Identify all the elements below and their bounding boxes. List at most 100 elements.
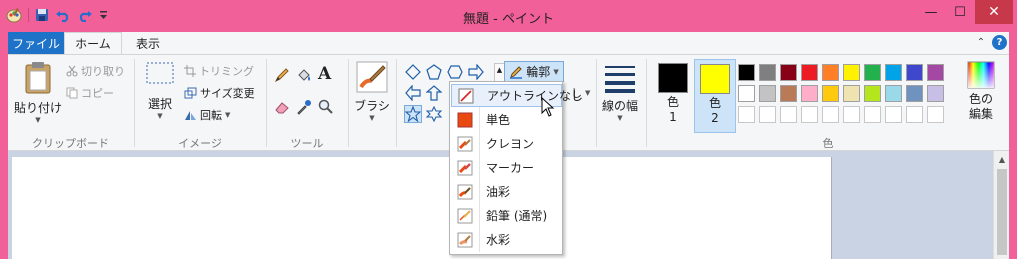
- palette-color-swatch[interactable]: [757, 83, 778, 104]
- crop-button[interactable]: トリミング: [184, 63, 254, 79]
- palette-color-swatch[interactable]: [925, 83, 946, 104]
- pencil-icon: [456, 207, 474, 225]
- palette-color-swatch[interactable]: [925, 62, 946, 83]
- palette-color-fill: [759, 106, 776, 123]
- size-dropdown-icon: ▼: [617, 114, 623, 122]
- text-tool[interactable]: A: [318, 64, 331, 84]
- color1-swatch: [658, 63, 688, 93]
- pentagon-shape-icon[interactable]: [425, 63, 443, 81]
- color-picker-tool[interactable]: [296, 99, 312, 118]
- brushes-button[interactable]: ブラシ ▼: [352, 61, 392, 122]
- palette-color-swatch[interactable]: [799, 83, 820, 104]
- paste-button[interactable]: 貼り付け ▼: [12, 61, 64, 124]
- palette-color-swatch[interactable]: [820, 104, 841, 125]
- palette-color-swatch[interactable]: [799, 62, 820, 83]
- palette-color-swatch[interactable]: [841, 83, 862, 104]
- group-label-tools: ツール: [290, 137, 324, 150]
- select-dropdown-icon[interactable]: ▼: [157, 112, 162, 120]
- palette-color-swatch[interactable]: [778, 83, 799, 104]
- palette-color-fill: [927, 85, 944, 102]
- color1-button[interactable]: 色1: [652, 59, 694, 133]
- palette-color-swatch[interactable]: [883, 104, 904, 125]
- vertical-scrollbar[interactable]: ▲: [993, 151, 1009, 259]
- palette-color-swatch[interactable]: [757, 104, 778, 125]
- palette-color-fill: [780, 64, 797, 81]
- palette-color-swatch[interactable]: [904, 83, 925, 104]
- up-arrow-shape-icon[interactable]: [425, 84, 443, 102]
- star-shape-icon[interactable]: [404, 105, 422, 123]
- palette-color-fill: [801, 106, 818, 123]
- palette-color-swatch[interactable]: [862, 104, 883, 125]
- palette-color-swatch[interactable]: [862, 83, 883, 104]
- rotate-button[interactable]: 回転 ▼: [184, 107, 230, 123]
- magnifier-tool[interactable]: [318, 99, 334, 118]
- copy-button[interactable]: コピー: [66, 85, 114, 101]
- tab-home[interactable]: ホーム: [64, 32, 122, 54]
- outline-menu-item[interactable]: クレヨン: [451, 132, 562, 155]
- fill-tool[interactable]: [296, 67, 312, 86]
- cut-button[interactable]: 切り取り: [66, 63, 125, 79]
- tab-view[interactable]: 表示: [122, 32, 174, 54]
- right-arrow-shape-icon[interactable]: [467, 63, 485, 81]
- palette-color-swatch[interactable]: [883, 62, 904, 83]
- drawing-canvas[interactable]: [12, 157, 832, 259]
- palette-color-swatch[interactable]: [820, 62, 841, 83]
- size-button[interactable]: 線の幅 ▼: [598, 63, 642, 122]
- close-button[interactable]: ✕: [975, 0, 1013, 24]
- palette-color-swatch[interactable]: [904, 62, 925, 83]
- outline-menu-item-label: アウトラインなし: [487, 89, 584, 103]
- tab-file[interactable]: ファイル: [8, 32, 64, 54]
- palette-color-swatch[interactable]: [778, 62, 799, 83]
- palette-color-swatch[interactable]: [862, 62, 883, 83]
- edit-colors-button[interactable]: 色の 編集: [958, 61, 1004, 122]
- left-arrow-shape-icon[interactable]: [404, 84, 422, 102]
- palette-color-swatch[interactable]: [904, 104, 925, 125]
- maximize-button[interactable]: ☐: [946, 0, 974, 24]
- group-divider: [396, 59, 397, 147]
- palette-color-fill: [885, 64, 902, 81]
- palette-color-swatch[interactable]: [778, 104, 799, 125]
- color2-button[interactable]: 色2: [694, 59, 736, 133]
- brushes-dropdown-icon[interactable]: ▼: [369, 114, 374, 122]
- outline-menu-item[interactable]: 鉛筆 (通常): [451, 204, 562, 227]
- outline-button[interactable]: 輪郭 ▼: [504, 61, 564, 82]
- palette-color-swatch[interactable]: [841, 62, 862, 83]
- outline-menu-item[interactable]: マーカー: [451, 156, 562, 179]
- mouse-cursor-icon: [541, 97, 555, 117]
- palette-color-fill: [759, 85, 776, 102]
- outline-menu-item[interactable]: 油彩: [451, 180, 562, 203]
- palette-color-swatch[interactable]: [841, 104, 862, 125]
- palette-color-swatch[interactable]: [799, 104, 820, 125]
- palette-color-swatch[interactable]: [883, 83, 904, 104]
- palette-color-fill: [843, 106, 860, 123]
- window-title: 無題 - ペイント: [463, 12, 554, 27]
- resize-label: サイズ変更: [200, 87, 255, 100]
- palette-color-fill: [822, 106, 839, 123]
- hexagon-shape-icon[interactable]: [446, 63, 464, 81]
- outline-menu-item[interactable]: 水彩: [451, 228, 562, 251]
- eraser-tool[interactable]: [274, 99, 290, 118]
- collapse-ribbon-icon[interactable]: ⌃: [974, 35, 988, 49]
- minimize-button[interactable]: —: [916, 0, 946, 24]
- help-icon[interactable]: ?: [992, 35, 1007, 50]
- palette-color-swatch[interactable]: [757, 62, 778, 83]
- watercolor-icon: [456, 231, 474, 249]
- palette-color-swatch[interactable]: [820, 83, 841, 104]
- outline-menu-item-label: 油彩: [486, 185, 511, 199]
- group-divider: [266, 59, 267, 147]
- diamond-shape-icon[interactable]: [404, 63, 422, 81]
- select-button[interactable]: 選択 ▼: [140, 61, 180, 120]
- scroll-up-icon[interactable]: ▲: [994, 151, 1010, 167]
- paint-bucket-icon: [298, 69, 310, 81]
- six-point-star-shape-icon[interactable]: [425, 105, 443, 123]
- pencil-tool[interactable]: [274, 67, 290, 86]
- palette-color-swatch[interactable]: [736, 83, 757, 104]
- resize-button[interactable]: サイズ変更: [184, 85, 255, 101]
- color-wheel-icon: [967, 61, 995, 89]
- rotate-dropdown-icon[interactable]: ▼: [225, 111, 230, 119]
- palette-color-swatch[interactable]: [736, 104, 757, 125]
- palette-color-swatch[interactable]: [736, 62, 757, 83]
- scroll-thumb[interactable]: [997, 169, 1007, 255]
- palette-color-swatch[interactable]: [925, 104, 946, 125]
- paste-dropdown-icon[interactable]: ▼: [35, 116, 40, 124]
